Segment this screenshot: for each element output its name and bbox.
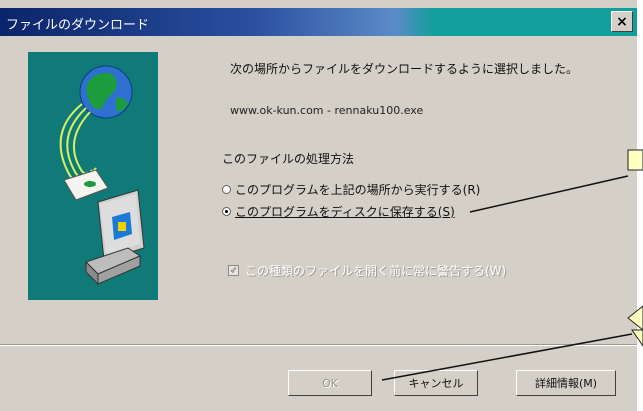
callout-overlay (381, 149, 643, 381)
callout-save-annotation (469, 149, 643, 213)
callout-ok-annotation (381, 305, 643, 381)
